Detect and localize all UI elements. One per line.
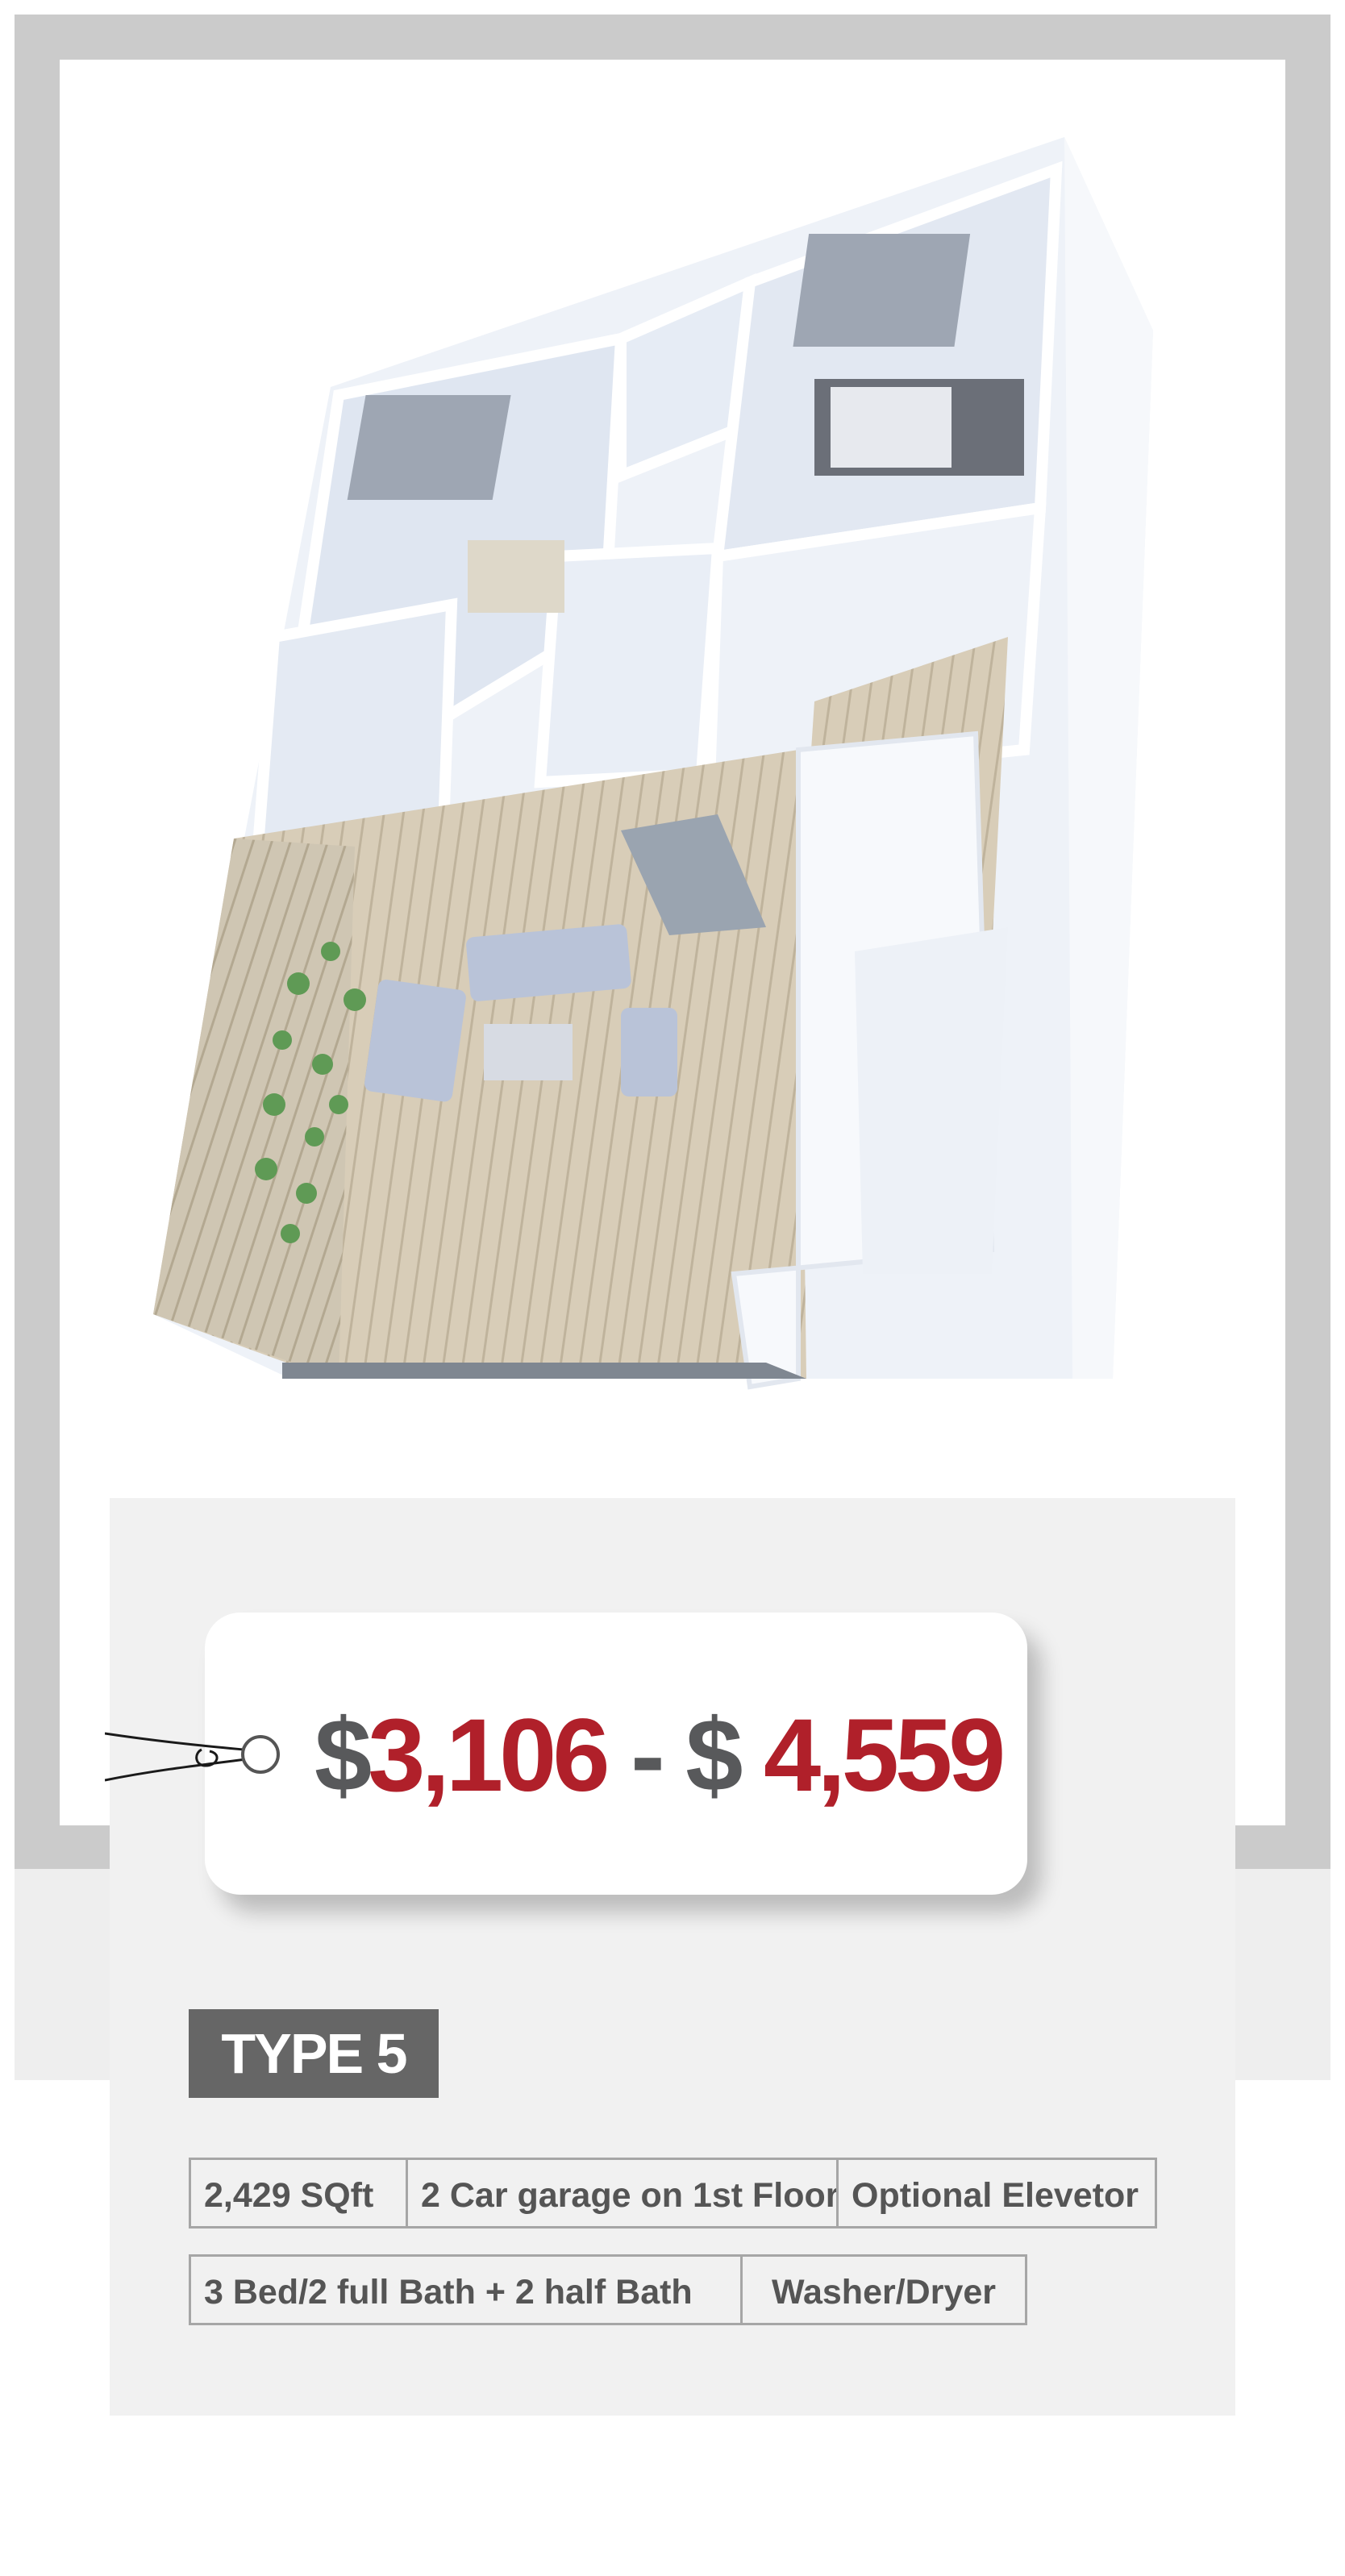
price-range: $3,106 - $ 4,559 — [314, 1698, 1006, 1813]
feature-elevator: Optional Elevetor — [836, 2158, 1157, 2229]
feature-row: 3 Bed/2 full Bath + 2 half Bath Washer/D… — [189, 2254, 1027, 2325]
floor-plan-illustration — [153, 137, 1153, 1390]
feature-square-footage: 2,429 SQft — [189, 2158, 408, 2229]
price-min: 3,106 — [368, 1698, 610, 1813]
unit-type-badge: TYPE 5 — [189, 2009, 439, 2098]
feature-garage: 2 Car garage on 1st Floor — [406, 2158, 839, 2229]
feature-bed-bath: 3 Bed/2 full Bath + 2 half Bath — [189, 2254, 743, 2325]
feature-washer-dryer: Washer/Dryer — [740, 2254, 1027, 2325]
price-max: 4,559 — [764, 1698, 1006, 1813]
price-currency-min: $ — [314, 1698, 372, 1813]
feature-row: 2,429 SQft 2 Car garage on 1st Floor Opt… — [189, 2158, 1157, 2229]
price-currency-max: $ — [685, 1698, 743, 1813]
tag-string-icon — [105, 1732, 280, 1782]
price-separator: - — [631, 1698, 665, 1813]
